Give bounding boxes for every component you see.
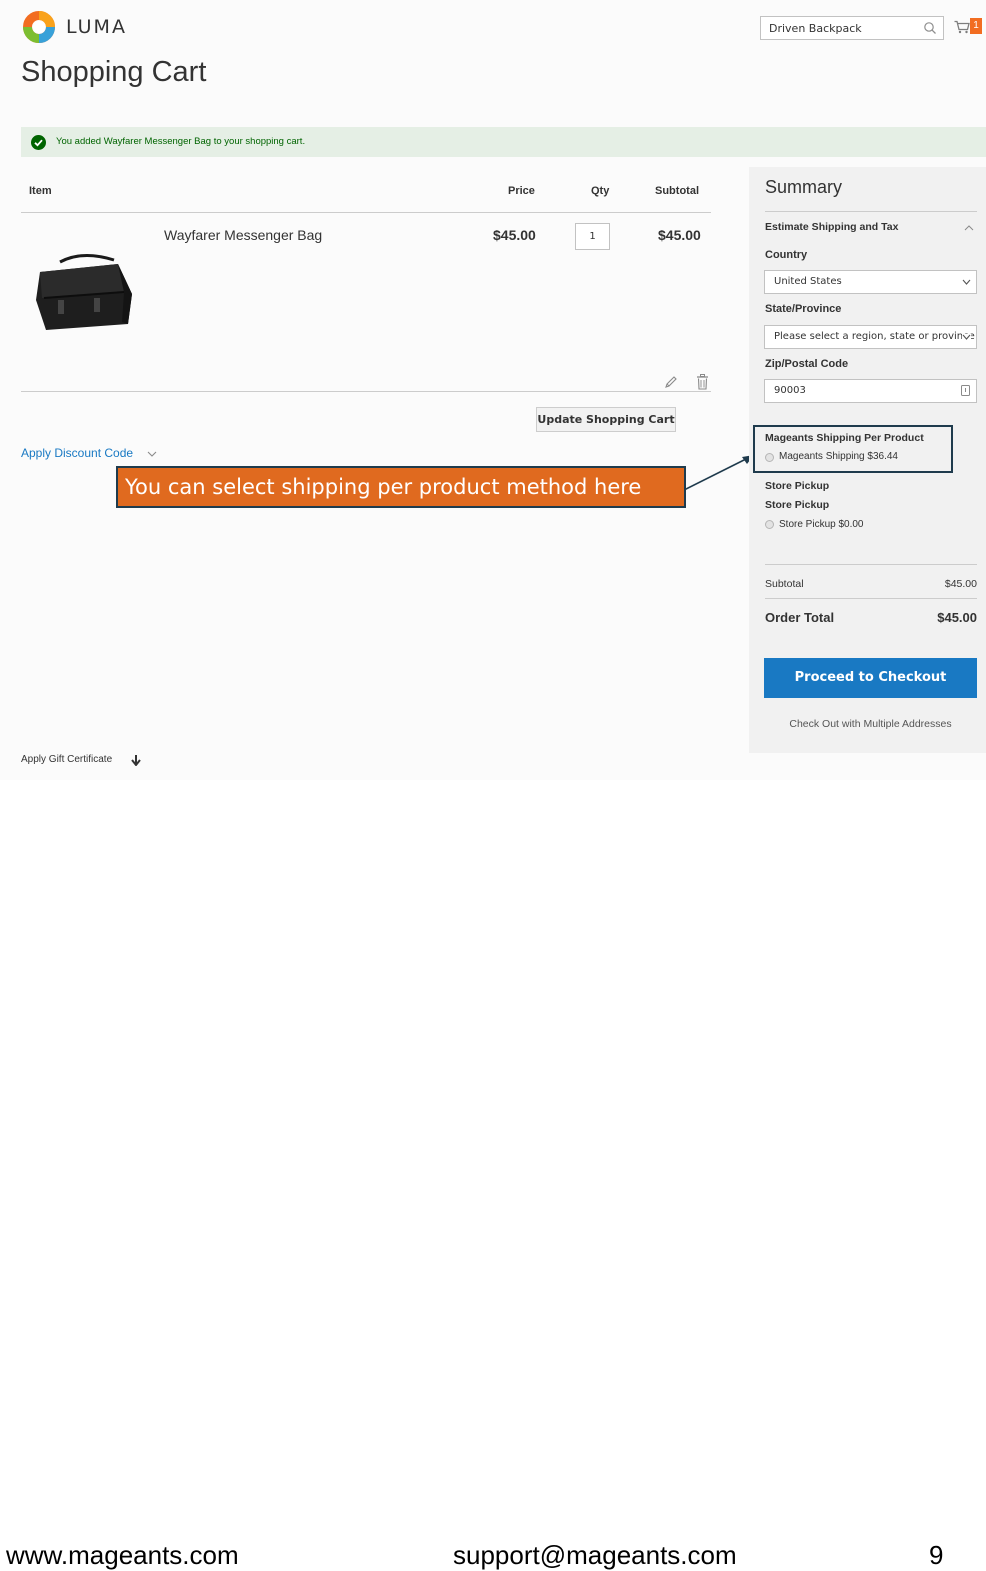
shipping-radio[interactable]	[765, 520, 774, 529]
subtotal-label: Subtotal	[765, 578, 804, 590]
subtotal-value: $45.00	[944, 578, 977, 590]
chevron-down-icon	[962, 334, 971, 340]
luma-logo-icon	[23, 11, 55, 43]
item-price: $45.00	[493, 227, 536, 243]
cart-icon	[954, 20, 970, 34]
country-select-value: United States	[774, 276, 842, 287]
callout-arrow	[684, 455, 754, 491]
footer-email: support@mageants.com	[453, 1540, 737, 1570]
column-header-price: Price	[508, 185, 535, 197]
zip-label: Zip/Postal Code	[765, 358, 849, 370]
luma-logo[interactable]: LUMA	[22, 10, 140, 44]
chevron-up-icon[interactable]	[964, 224, 974, 231]
cart-count-badge: 1	[970, 18, 982, 34]
brand-name: LUMA	[66, 16, 127, 38]
shipping-carrier-title: Store Pickup	[765, 480, 830, 492]
success-message: You added Wayfarer Messenger Bag to your…	[21, 127, 986, 157]
apply-discount-link[interactable]: Apply Discount Code	[21, 446, 133, 460]
shipping-option-label[interactable]: Mageants Shipping $36.44	[779, 451, 898, 462]
shipping-method-title: Store Pickup	[765, 499, 830, 511]
item-subtotal: $45.00	[658, 227, 701, 243]
summary-title: Summary	[765, 177, 843, 197]
multiple-addresses-link[interactable]: Check Out with Multiple Addresses	[749, 718, 986, 730]
chevron-down-icon[interactable]	[147, 450, 157, 458]
state-select[interactable]: Please select a region, state or provinc…	[764, 325, 977, 349]
table-header-divider	[21, 212, 711, 213]
qty-input[interactable]: 1	[575, 223, 610, 250]
column-header-qty: Qty	[591, 185, 610, 197]
order-total-label: Order Total	[765, 610, 835, 625]
product-name-link[interactable]: Wayfarer Messenger Bag	[164, 227, 322, 243]
autofill-icon	[961, 385, 970, 396]
zip-input[interactable]: 90003	[764, 379, 977, 403]
shipping-carrier-title: Mageants Shipping Per Product	[765, 432, 924, 444]
summary-divider	[765, 211, 977, 212]
cart-items-divider	[21, 391, 711, 392]
footer-website: www.mageants.com	[6, 1540, 239, 1570]
state-label: State/Province	[765, 303, 842, 315]
annotation-callout: You can select shipping per product meth…	[116, 466, 686, 508]
totals-divider	[765, 598, 977, 599]
column-header-item: Item	[29, 185, 52, 197]
product-image[interactable]	[32, 252, 134, 332]
country-select[interactable]: United States	[764, 270, 977, 294]
page-number: 9	[929, 1540, 944, 1570]
chevron-down-icon	[962, 279, 971, 285]
arrow-down-icon[interactable]	[131, 754, 141, 766]
search-icon[interactable]	[923, 21, 937, 35]
shipping-radio[interactable]	[765, 453, 774, 462]
search-box[interactable]	[760, 16, 944, 40]
proceed-to-checkout-button[interactable]: Proceed to Checkout	[764, 658, 977, 698]
search-input[interactable]	[761, 17, 927, 39]
screenshot: LUMA 1 Shopping Cart You added Wayfarer …	[0, 0, 986, 780]
minicart[interactable]: 1	[954, 16, 986, 40]
country-label: Country	[765, 249, 808, 261]
check-circle-icon	[31, 135, 46, 150]
trash-icon[interactable]	[696, 374, 709, 390]
update-cart-button[interactable]: Update Shopping Cart	[536, 407, 676, 432]
zip-input-value: 90003	[774, 385, 806, 396]
totals-divider	[765, 564, 977, 565]
column-header-subtotal: Subtotal	[655, 185, 699, 197]
state-select-value: Please select a region, state or provinc…	[774, 331, 975, 342]
order-total-value: $45.00	[937, 610, 977, 625]
success-message-text: You added Wayfarer Messenger Bag to your…	[56, 136, 306, 147]
summary-sidebar: Summary Estimate Shipping and Tax Countr…	[749, 167, 986, 753]
estimate-shipping-toggle[interactable]: Estimate Shipping and Tax	[765, 221, 898, 233]
page-title: Shopping Cart	[21, 56, 207, 88]
apply-gift-certificate-link[interactable]: Apply Gift Certificate	[21, 754, 112, 765]
edit-pencil-icon[interactable]	[664, 375, 678, 389]
shipping-option-label[interactable]: Store Pickup $0.00	[779, 519, 864, 530]
